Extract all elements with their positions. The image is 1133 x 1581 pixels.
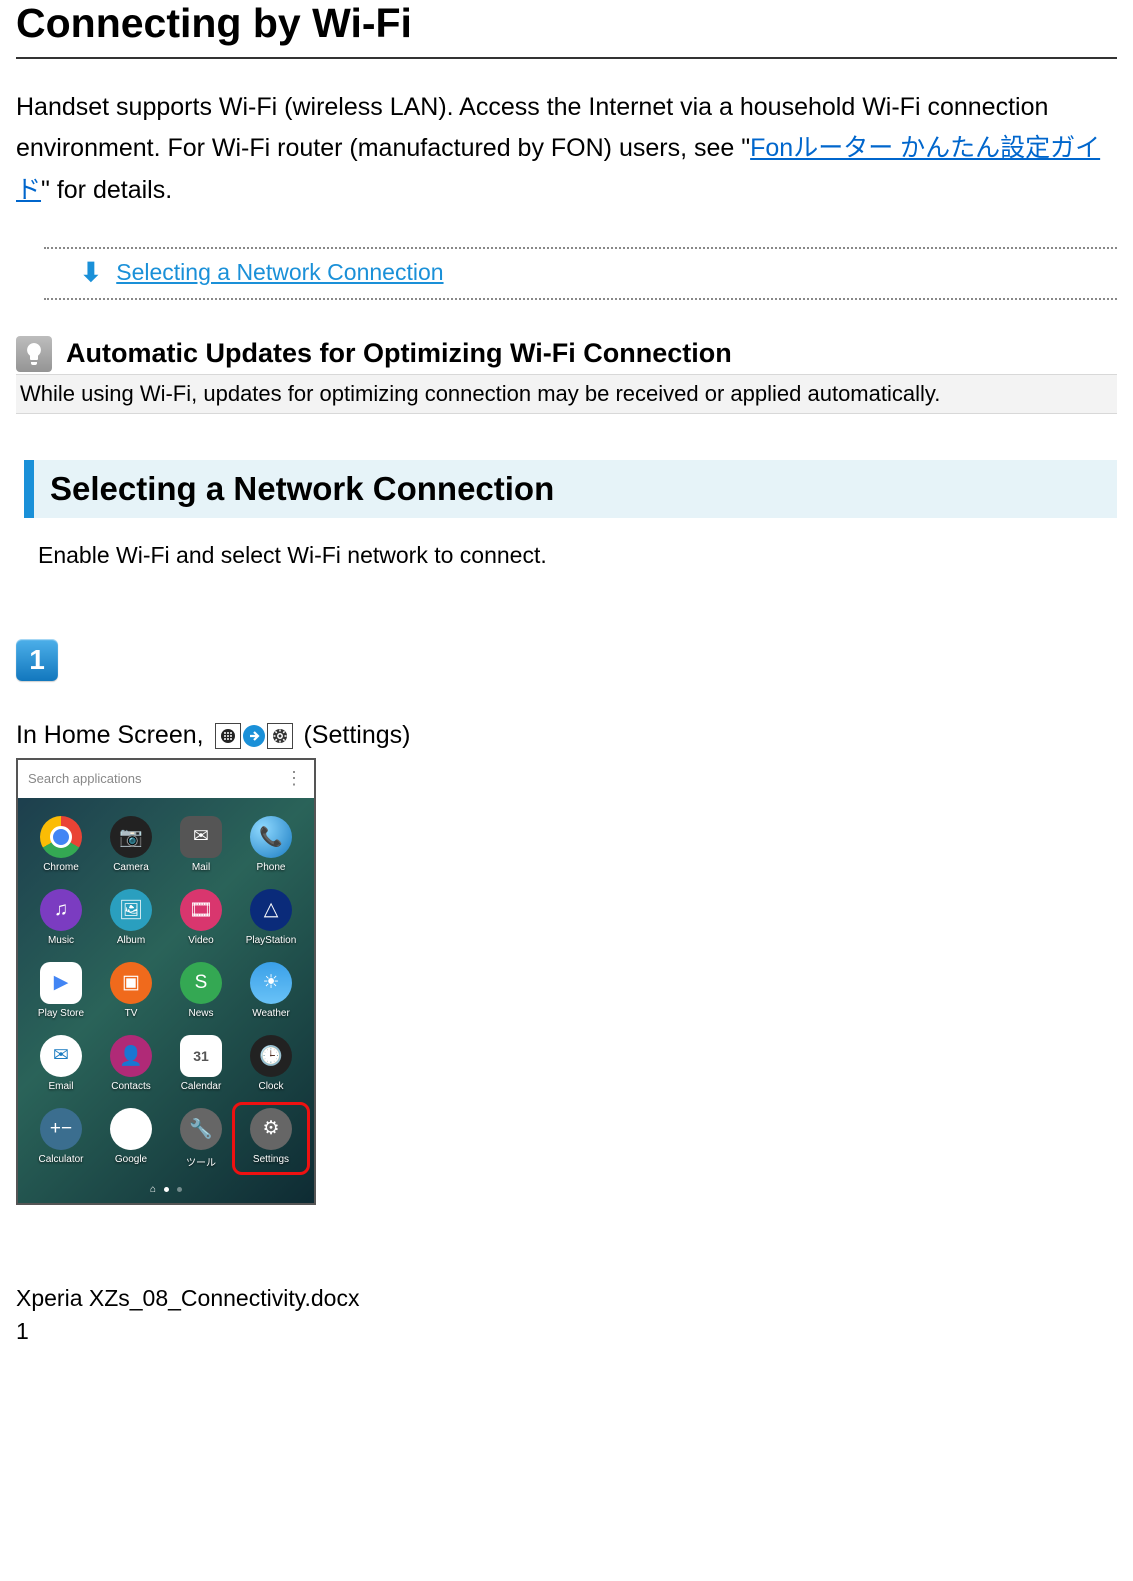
navigation-icons xyxy=(215,723,293,749)
page-title: Connecting by Wi-Fi xyxy=(16,0,1117,59)
app-icon: 🔧 xyxy=(180,1108,222,1150)
app-label: Album xyxy=(117,935,145,946)
screenshot-app-video: 🎞 Video xyxy=(168,889,234,946)
screenshot-app-calculator: +− Calculator xyxy=(28,1108,94,1169)
arrow-right-icon xyxy=(241,723,267,749)
screenshot-search-bar: Search applications ⋮ xyxy=(18,760,314,798)
app-label: News xyxy=(188,1008,213,1019)
step-1-text-after: (Settings) xyxy=(303,721,410,749)
footer-page-number: 1 xyxy=(16,1318,1117,1345)
app-label: Camera xyxy=(113,862,149,873)
screenshot-app-calendar: 31 Calendar xyxy=(168,1035,234,1092)
app-label: Email xyxy=(48,1081,73,1092)
info-body: While using Wi-Fi, updates for optimizin… xyxy=(16,374,1117,414)
pager-home-icon: ⌂ xyxy=(150,1184,156,1195)
app-label: Mail xyxy=(192,862,210,873)
screenshot-app-email: ✉ Email xyxy=(28,1035,94,1092)
app-label: Calendar xyxy=(181,1081,222,1092)
info-heading-row: Automatic Updates for Optimizing Wi-Fi C… xyxy=(16,336,1117,372)
app-label: Contacts xyxy=(111,1081,150,1092)
down-arrow-icon: ⬇ xyxy=(80,257,102,288)
screenshot-app-google: G Google xyxy=(98,1108,164,1169)
step-1-text: In Home Screen, (Settings) xyxy=(16,721,1117,750)
app-label: Chrome xyxy=(43,862,79,873)
app-label: Phone xyxy=(257,862,286,873)
info-heading: Automatic Updates for Optimizing Wi-Fi C… xyxy=(66,338,732,369)
intro-paragraph: Handset supports Wi-Fi (wireless LAN). A… xyxy=(16,87,1117,211)
intro-text-after: " for details. xyxy=(41,176,172,204)
app-icon: 31 xyxy=(180,1035,222,1077)
app-label: ツール xyxy=(186,1154,216,1169)
screenshot-app-phone: 📞 Phone xyxy=(238,816,304,873)
step-1-text-before: In Home Screen, xyxy=(16,721,211,749)
screenshot-app-contacts: 👤 Contacts xyxy=(98,1035,164,1092)
app-icon: ⚙ xyxy=(250,1108,292,1150)
app-icon: S xyxy=(180,962,222,1004)
app-label: Video xyxy=(188,935,213,946)
app-label: Clock xyxy=(258,1081,283,1092)
screenshot-app-chrome: Chrome xyxy=(28,816,94,873)
screenshot-app-album: 🖼 Album xyxy=(98,889,164,946)
app-icon: 🖼 xyxy=(110,889,152,931)
app-icon: 📷 xyxy=(110,816,152,858)
app-icon: +− xyxy=(40,1108,82,1150)
apps-grid-icon xyxy=(215,723,241,749)
app-icon: 👤 xyxy=(110,1035,152,1077)
app-label: Settings xyxy=(253,1154,289,1165)
app-icon xyxy=(40,816,82,858)
screenshot-app-weather: ☀ Weather xyxy=(238,962,304,1019)
step-1-badge: 1 xyxy=(16,639,58,681)
section-intro: Enable Wi-Fi and select Wi-Fi network to… xyxy=(38,542,1117,569)
screenshot-app-play-store: ▶ Play Store xyxy=(28,962,94,1019)
app-label: Google xyxy=(115,1154,147,1165)
jump-link-section: ⬇ Selecting a Network Connection xyxy=(44,247,1117,300)
screenshot-app-settings: ⚙ Settings xyxy=(232,1102,310,1175)
settings-gear-icon xyxy=(267,723,293,749)
app-label: Music xyxy=(48,935,74,946)
screenshot-app-playstation: △ PlayStation xyxy=(238,889,304,946)
app-icon: ▣ xyxy=(110,962,152,1004)
section-heading: Selecting a Network Connection xyxy=(24,460,1117,518)
app-icon: ☀ xyxy=(250,962,292,1004)
screenshot-pager: ⌂ xyxy=(18,1183,314,1203)
more-icon: ⋮ xyxy=(285,768,304,789)
jump-link-selecting-network[interactable]: Selecting a Network Connection xyxy=(116,259,443,285)
app-icon: ✉ xyxy=(180,816,222,858)
screenshot-search-placeholder: Search applications xyxy=(28,771,141,786)
app-label: Calculator xyxy=(38,1154,83,1165)
screenshot-app-news: S News xyxy=(168,962,234,1019)
screenshot-app-mail: ✉ Mail xyxy=(168,816,234,873)
app-icon: 📞 xyxy=(250,816,292,858)
app-label: PlayStation xyxy=(246,935,297,946)
app-icon: 🕒 xyxy=(250,1035,292,1077)
screenshot-app-ツール: 🔧 ツール xyxy=(168,1108,234,1169)
screenshot-app-tv: ▣ TV xyxy=(98,962,164,1019)
app-icon: △ xyxy=(250,889,292,931)
app-icon: 🎞 xyxy=(180,889,222,931)
app-icon: ▶ xyxy=(40,962,82,1004)
phone-screenshot: Search applications ⋮ Chrome 📷 Camera ✉ Mail… xyxy=(16,758,316,1205)
screenshot-app-grid: Chrome 📷 Camera ✉ Mail 📞 Phone ♫ Music 🖼 Album 🎞 Vid… xyxy=(18,798,314,1183)
pager-dot xyxy=(164,1187,169,1192)
app-icon: ♫ xyxy=(40,889,82,931)
screenshot-app-music: ♫ Music xyxy=(28,889,94,946)
app-label: Weather xyxy=(252,1008,290,1019)
screenshot-app-camera: 📷 Camera xyxy=(98,816,164,873)
pager-dot xyxy=(177,1187,182,1192)
footer-filename: Xperia XZs_08_Connectivity.docx xyxy=(16,1285,1117,1312)
app-label: Play Store xyxy=(38,1008,84,1019)
screenshot-app-clock: 🕒 Clock xyxy=(238,1035,304,1092)
app-icon: G xyxy=(110,1108,152,1150)
lightbulb-icon xyxy=(16,336,52,372)
app-label: TV xyxy=(125,1008,138,1019)
app-icon: ✉ xyxy=(40,1035,82,1077)
